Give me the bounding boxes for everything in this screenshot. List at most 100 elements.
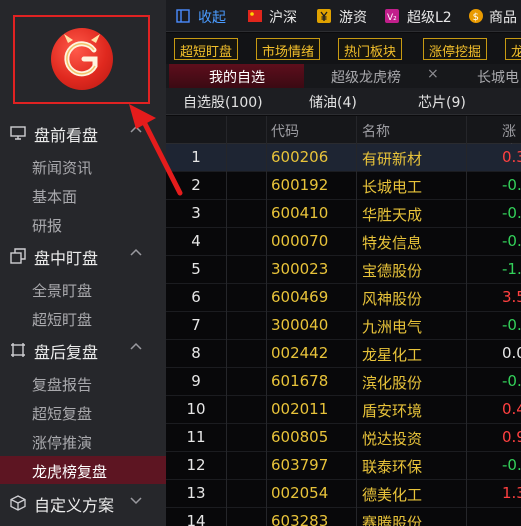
stock-code: 601678 (271, 372, 329, 390)
sidebar-item-dragon-tiger-review[interactable]: 龙虎榜复盘 (0, 456, 166, 484)
table-header: 代码 名称 涨跌 (166, 116, 521, 160)
china-flag-icon (248, 10, 262, 22)
tag-market-sentiment[interactable]: 市场情绪 (256, 38, 321, 60)
tab-changcheng[interactable]: 长城电 (448, 64, 521, 88)
row-index: 9 (191, 372, 201, 390)
stock-code: 600192 (271, 176, 329, 194)
v2-icon: V₂ (385, 9, 399, 23)
chevron-down-icon (130, 497, 142, 505)
stock-name: 华胜天成 (362, 206, 423, 224)
tab-super-dragon-tiger[interactable]: 超级龙虎榜 × (306, 64, 440, 88)
stock-code: 600469 (271, 288, 329, 306)
table-row[interactable]: 4 000070 特发信息 -0.0 (166, 228, 521, 256)
monitor-icon (10, 126, 26, 140)
stock-code: 603797 (271, 456, 329, 474)
table-row[interactable]: 5 300023 宝德股份 -1.8 (166, 256, 521, 284)
table-row[interactable]: 10 002011 盾安环境 0.4 (166, 396, 521, 424)
table-row[interactable]: 13 002054 德美化工 1.3 (166, 480, 521, 508)
stock-name: 特发信息 (362, 234, 423, 252)
change-percent: 0.4 (502, 400, 521, 418)
row-index: 13 (186, 484, 206, 502)
collapse-button[interactable]: 收起 (176, 0, 238, 32)
app-logo[interactable] (51, 28, 113, 90)
row-index: 4 (191, 232, 201, 250)
nav-group-premarket[interactable]: 盘前看盘 (0, 119, 166, 147)
row-index: 5 (191, 260, 201, 278)
topbar-youzi[interactable]: 游资 (317, 0, 379, 32)
topbar-commodity[interactable]: $ 商品 (469, 0, 521, 32)
sidebar-item-fundamentals[interactable]: 基本面 (0, 181, 166, 209)
stock-name: 联泰环保 (362, 458, 423, 476)
close-icon[interactable]: × (427, 66, 439, 82)
tab-my-watchlist[interactable]: 我的自选 (169, 64, 304, 88)
top-toolbar: 收起 沪深 游资 V₂ 超级L2 $ 商品 (166, 0, 521, 32)
sidebar-item-research[interactable]: 研报 (0, 210, 166, 238)
table-row[interactable]: 3 600410 华胜天成 -0.3 (166, 200, 521, 228)
row-index: 14 (186, 512, 206, 526)
stock-code: 300023 (271, 260, 329, 278)
table-row[interactable]: 7 300040 九洲电气 -0.3 (166, 312, 521, 340)
table-row[interactable]: 6 600469 风神股份 3.5 (166, 284, 521, 312)
table-row[interactable]: 9 601678 滨化股份 -0.3 (166, 368, 521, 396)
sidebar-item-panorama[interactable]: 全景盯盘 (0, 275, 166, 303)
table-row[interactable]: 8 002442 龙星化工 0.0 (166, 340, 521, 368)
table-row[interactable]: 11 600805 悦达投资 0.9 (166, 424, 521, 452)
sidebar-item-shortterm-watch[interactable]: 超短盯盘 (0, 304, 166, 332)
chevron-up-icon (130, 125, 142, 133)
row-index: 3 (191, 204, 201, 222)
row-index: 1 (191, 148, 201, 166)
topbar-superl2[interactable]: V₂ 超级L2 (385, 0, 455, 32)
logo-highlight-box (13, 15, 150, 104)
change-percent: 0.9 (502, 428, 521, 446)
topbar-hushen[interactable]: 沪深 (248, 0, 310, 32)
change-percent: 0.3 (502, 148, 521, 166)
sidebar-item-review-report[interactable]: 复盘报告 (0, 369, 166, 397)
tag-limitup-mining[interactable]: 涨停挖掘 (423, 38, 488, 60)
row-index: 11 (186, 428, 206, 446)
stock-name: 德美化工 (362, 486, 423, 504)
stock-code: 002442 (271, 344, 329, 362)
sidebar: 盘前看盘 新闻资讯 基本面 研报 盘中盯盘 全景盯盘 超短盯盘 盘后复盘 复盘报… (0, 0, 166, 526)
stock-code: 600206 (271, 148, 329, 166)
stock-name: 九洲电气 (362, 318, 423, 336)
stock-name: 悦达投资 (362, 430, 423, 448)
subtab-chips[interactable]: 芯片(9) (418, 92, 466, 112)
change-percent: -0.0 (502, 232, 521, 250)
sidebar-item-limitup-deduction[interactable]: 涨停推演 (0, 427, 166, 455)
nav-group-intraday[interactable]: 盘中盯盘 (0, 242, 166, 270)
feature-tag-bar: 超短盯盘 市场情绪 热门板块 涨停挖掘 龙 (166, 33, 521, 64)
collapse-icon (176, 9, 190, 23)
change-percent: -0.3 (502, 372, 521, 390)
chevron-up-icon (130, 342, 142, 350)
stock-name: 宝德股份 (362, 262, 423, 280)
change-percent: -1.8 (502, 260, 521, 278)
column-divider (466, 116, 467, 526)
change-percent: 1.3 (502, 484, 521, 502)
table-row[interactable]: 1 600206 有研新材 0.3 (166, 144, 521, 172)
change-percent: 0.0 (502, 344, 521, 362)
watchlist-group-tabs: 自选股(100) 储油(4) 芯片(9) (166, 88, 521, 115)
stock-name: 龙星化工 (362, 346, 423, 364)
stock-code: 002054 (271, 484, 329, 502)
change-percent: -0.5 (502, 456, 521, 474)
dollar-coin-icon: $ (469, 9, 483, 23)
header-name[interactable]: 名称 (362, 121, 390, 141)
nav-group-custom[interactable]: 自定义方案 (0, 489, 166, 517)
stock-code: 603283 (271, 512, 329, 526)
row-index: 2 (191, 176, 201, 194)
tag-dragon[interactable]: 龙 (505, 38, 521, 60)
sidebar-item-shortterm-review[interactable]: 超短复盘 (0, 398, 166, 426)
nav-group-postmarket[interactable]: 盘后复盘 (0, 336, 166, 364)
tag-hot-sectors[interactable]: 热门板块 (338, 38, 403, 60)
table-row[interactable]: 2 600192 长城电工 -0.6 (166, 172, 521, 200)
sidebar-item-news[interactable]: 新闻资讯 (0, 152, 166, 180)
tag-shortterm-watch[interactable]: 超短盯盘 (174, 38, 239, 60)
subtab-oil-storage[interactable]: 储油(4) (309, 92, 357, 112)
table-row[interactable]: 14 603283 赛腾股份 (166, 508, 521, 526)
header-code[interactable]: 代码 (271, 121, 299, 141)
subtab-self-selected[interactable]: 自选股(100) (183, 92, 263, 112)
chevron-up-icon (130, 248, 142, 256)
stock-name: 有研新材 (362, 150, 423, 168)
stock-name: 赛腾股份 (362, 514, 423, 526)
table-row[interactable]: 12 603797 联泰环保 -0.5 (166, 452, 521, 480)
